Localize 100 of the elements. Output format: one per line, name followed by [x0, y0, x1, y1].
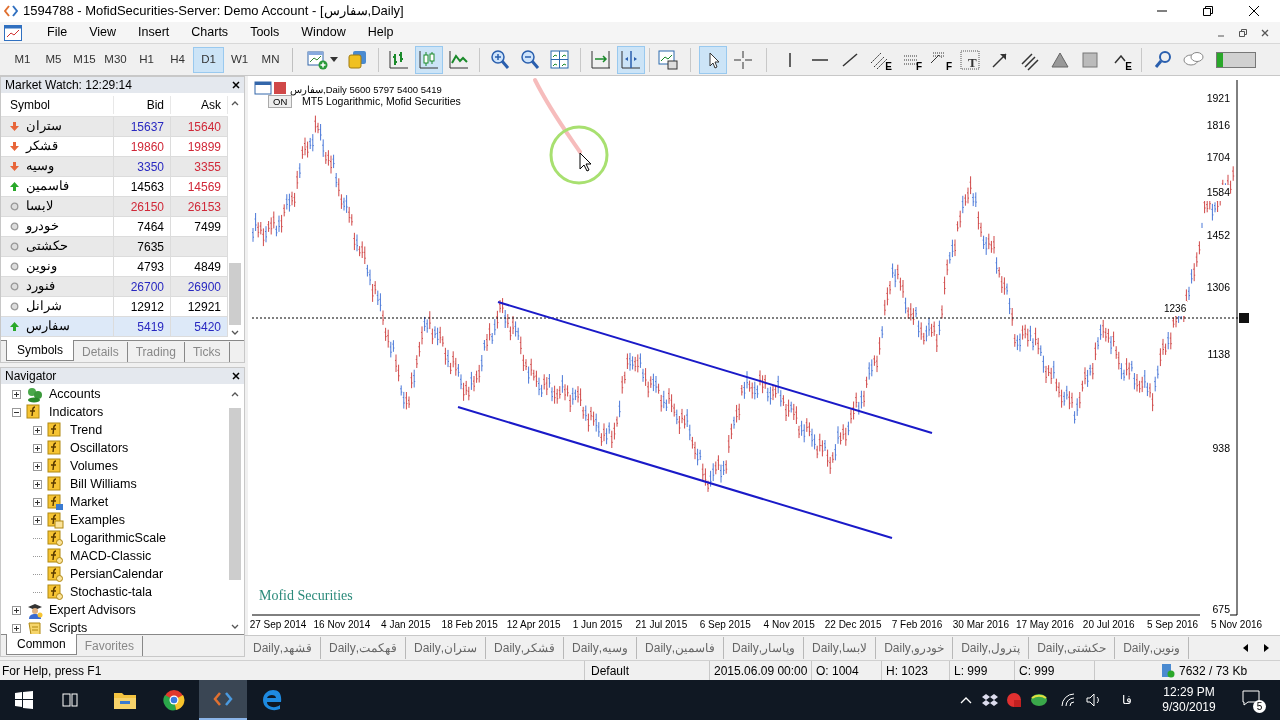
tree-item[interactable]: Bill Williams	[70, 474, 137, 494]
tree-item[interactable]: Indicators	[49, 402, 104, 422]
fibonacci-fan-button[interactable]: F	[926, 45, 954, 74]
speaker-icon[interactable]	[1086, 693, 1102, 707]
timeframe-button[interactable]: H4	[162, 46, 193, 73]
timeframe-button[interactable]: M5	[38, 46, 69, 73]
chart-tab[interactable]: پترول,Daily	[953, 637, 1030, 659]
chart-tab[interactable]: لابسا,Daily	[804, 637, 877, 659]
scroll-right-icon[interactable]	[1262, 644, 1270, 652]
tree-item[interactable]: Trend	[70, 420, 103, 440]
scroll-up-icon[interactable]	[230, 99, 240, 107]
on-button[interactable]: ON	[268, 95, 293, 108]
candlestick-button[interactable]	[415, 45, 443, 74]
menu-item[interactable]: Window	[290, 23, 357, 42]
expand-icon[interactable]	[12, 605, 21, 615]
timeframe-button[interactable]: W1	[224, 46, 255, 73]
expand-icon[interactable]	[33, 479, 42, 489]
scrollbar-thumb[interactable]	[229, 408, 241, 580]
wave-button[interactable]: E	[1106, 45, 1134, 74]
column-header[interactable]: Symbol	[1, 95, 114, 114]
tray-app-icon[interactable]	[1006, 692, 1022, 708]
tree-item[interactable]: Volumes	[70, 456, 118, 476]
timeframe-button[interactable]: M1	[7, 46, 38, 73]
close-icon[interactable]	[1248, 5, 1260, 17]
browser-icon[interactable]	[163, 689, 185, 711]
tree-item[interactable]: Expert Advisors	[49, 600, 136, 620]
expand-icon[interactable]	[33, 425, 42, 435]
menu-item[interactable]: File	[36, 23, 79, 42]
chart-tab[interactable]: ونوین,Daily	[1115, 637, 1190, 659]
menu-item[interactable]: Help	[356, 23, 405, 42]
tree-item[interactable]: MACD-Classic	[70, 546, 152, 566]
mdi-restore-icon[interactable]	[1238, 27, 1248, 38]
scroll-up-icon[interactable]	[230, 390, 240, 398]
menu-item[interactable]: Tools	[239, 23, 291, 42]
expand-icon[interactable]	[33, 461, 42, 471]
menu-item[interactable]: Charts	[180, 23, 240, 42]
tree-item[interactable]: Market	[70, 492, 109, 512]
language-indicator[interactable]: فا	[1122, 691, 1132, 709]
chart-shift-button[interactable]	[617, 45, 645, 74]
taskbar-app-button[interactable]	[199, 680, 247, 720]
text-tool-button[interactable]: T	[956, 45, 984, 74]
windows-start-icon[interactable]	[15, 691, 33, 709]
restore-icon[interactable]	[1202, 5, 1214, 17]
tree-item[interactable]: Examples	[70, 510, 125, 530]
menu-item[interactable]: View	[78, 23, 128, 42]
clock-time[interactable]: 12:29 PM	[1163, 685, 1215, 700]
scrollbar-thumb[interactable]	[229, 263, 241, 325]
timeframe-button[interactable]: D1	[193, 46, 224, 73]
expand-icon[interactable]	[12, 623, 21, 633]
mdi-close-icon[interactable]	[1260, 27, 1270, 38]
close-icon[interactable]	[232, 81, 240, 89]
channel-grid-button[interactable]: E	[866, 45, 894, 74]
box-icon[interactable]	[982, 693, 998, 707]
bar-chart-icon	[388, 48, 410, 71]
horizontal-line[interactable]	[251, 317, 1239, 319]
timeframe-button[interactable]: M30	[100, 46, 131, 73]
expand-icon[interactable]	[33, 497, 42, 507]
tree-item[interactable]: PersianCalendar	[70, 564, 164, 584]
tree-item[interactable]: Scripts	[49, 618, 88, 634]
clock-date[interactable]: 9/30/2019	[1162, 700, 1216, 715]
chart-window-icon[interactable]	[4, 24, 22, 41]
tab[interactable]: Symbols	[6, 340, 74, 361]
expand-icon[interactable]	[12, 389, 21, 399]
tree-item[interactable]: Oscillators	[70, 438, 129, 458]
chart-tab[interactable]: قشکر,Daily	[486, 637, 565, 659]
chart-tab[interactable]: خودرو,Daily	[876, 637, 954, 659]
chart-tab[interactable]: فاسمین,Daily	[637, 637, 725, 659]
column-header[interactable]: Bid	[114, 95, 171, 114]
tree-item[interactable]: LogarithmicScale	[70, 528, 166, 548]
expand-icon[interactable]	[33, 515, 42, 525]
menu-item[interactable]: Insert	[127, 23, 181, 42]
task-view-icon[interactable]	[62, 692, 80, 708]
wifi-icon[interactable]	[1060, 693, 1076, 707]
timeframe-button[interactable]: M15	[69, 46, 100, 73]
timeframe-button[interactable]: H1	[131, 46, 162, 73]
connection-meter-icon[interactable]	[1216, 51, 1256, 68]
chart-tab[interactable]: وسیه,Daily	[564, 637, 638, 659]
line-handle-icon[interactable]	[1239, 313, 1249, 323]
channel-line[interactable]	[457, 406, 893, 539]
chart-tab[interactable]: وپاسار,Daily	[724, 637, 805, 659]
scroll-down-icon[interactable]	[230, 623, 240, 631]
tree-item[interactable]: Accounts	[49, 384, 101, 404]
chart-tab[interactable]: قهکمت,Daily	[321, 637, 407, 659]
folder-icon[interactable]	[113, 690, 137, 710]
notification-button[interactable]: 5	[1242, 689, 1264, 711]
tab[interactable]: Common	[6, 634, 77, 655]
timeframe-button[interactable]: MN	[255, 46, 286, 73]
chart-tab[interactable]: قشهد,Daily	[245, 637, 321, 659]
scroll-down-icon[interactable]	[230, 329, 240, 337]
expand-icon[interactable]	[33, 443, 42, 453]
chart-tab[interactable]: حکشتی,Daily	[1029, 637, 1116, 659]
chevron-up-icon[interactable]	[960, 696, 972, 704]
channel-line[interactable]	[497, 301, 933, 434]
chart-tab[interactable]: ستران,Daily	[406, 637, 487, 659]
collapse-icon[interactable]	[12, 407, 21, 417]
close-icon[interactable]	[232, 372, 240, 380]
cursor-button[interactable]	[699, 45, 727, 74]
fibonacci-lines-button[interactable]: F	[896, 45, 924, 74]
tree-item[interactable]: Stochastic-tala	[70, 582, 152, 602]
scroll-left-icon[interactable]	[1242, 644, 1250, 652]
